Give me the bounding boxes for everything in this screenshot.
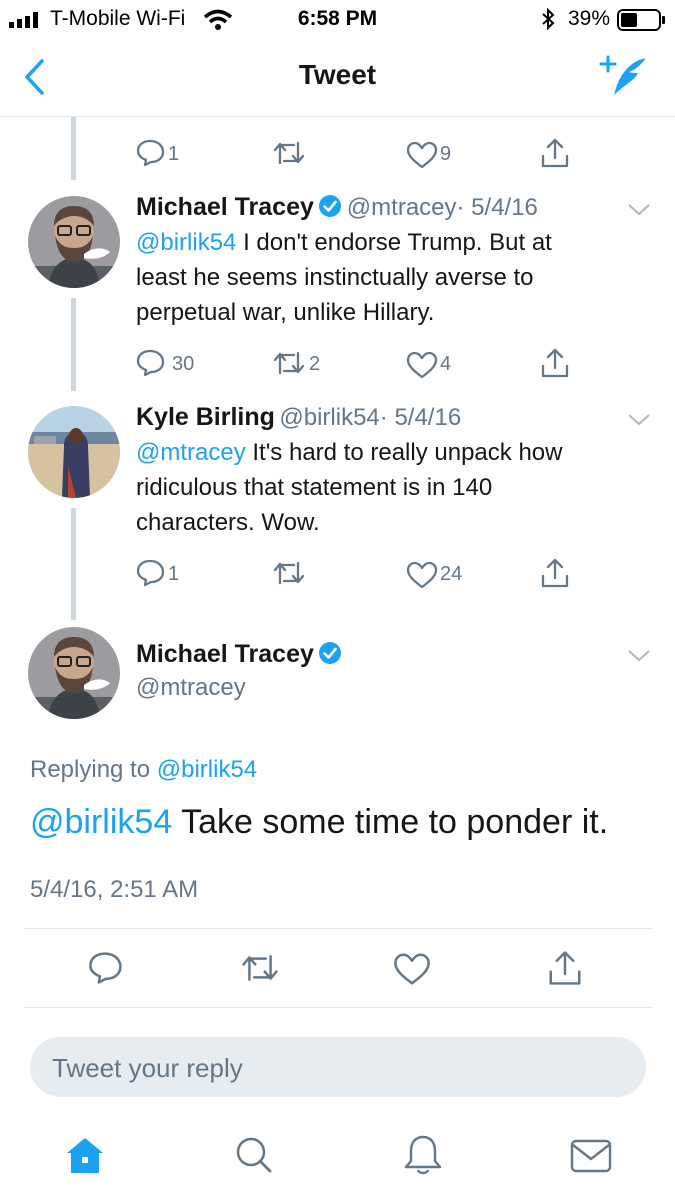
battery-percent: 39% (568, 7, 611, 30)
tweet-text-line: Take some time to ponder it. (172, 803, 609, 841)
notifications-icon[interactable] (403, 1133, 443, 1177)
search-icon[interactable] (234, 1135, 274, 1175)
reply-icon[interactable] (136, 349, 166, 377)
compose-tweet-icon[interactable] (598, 55, 650, 99)
caret-down-icon[interactable] (627, 413, 651, 427)
battery-icon (617, 9, 665, 31)
mention-link[interactable]: @birlik54 (30, 803, 172, 841)
tweet-text-line: perpetual war, unlike Hillary. (136, 299, 435, 326)
reply-input[interactable]: Tweet your reply (30, 1037, 646, 1097)
author-handle[interactable]: @mtracey (347, 194, 457, 221)
share-icon[interactable] (547, 949, 583, 987)
author-name[interactable]: Michael Tracey (136, 640, 314, 668)
replying-to: Replying to @birlik54 (30, 756, 257, 784)
reply-count: 1 (168, 563, 180, 585)
like-icon[interactable] (393, 952, 431, 986)
tweet-header: Kyle Birling @birlik54· 5/4/16 (136, 403, 461, 432)
bluetooth-icon (542, 8, 555, 30)
home-icon[interactable] (64, 1135, 106, 1177)
retweet-icon[interactable] (272, 139, 306, 167)
caret-down-icon[interactable] (627, 203, 651, 217)
navigation-bar: Tweet (0, 38, 675, 117)
verified-badge-icon (319, 195, 342, 217)
author-handle[interactable]: @birlik54 (279, 404, 379, 431)
reply-icon[interactable] (88, 951, 124, 985)
retweet-icon[interactable] (272, 349, 306, 377)
messages-icon[interactable] (570, 1138, 612, 1174)
avatar[interactable] (28, 406, 120, 498)
mention-link[interactable]: @birlik54 (136, 229, 236, 256)
tweet-date: · 5/4/16 (456, 194, 538, 221)
share-icon[interactable] (540, 137, 570, 169)
thread-line (71, 508, 76, 620)
like-count: 4 (440, 353, 452, 375)
author-name[interactable]: Michael Tracey (136, 193, 314, 221)
like-count: 9 (440, 143, 452, 165)
tweet-text-line: characters. Wow. (136, 509, 320, 536)
tweet-text: @birlik54 I don't endorse Trump. But at … (136, 225, 552, 330)
author-name[interactable]: Kyle Birling (136, 403, 275, 431)
reply-icon[interactable] (136, 559, 166, 587)
tweet-text-line: It's hard to really unpack how (245, 439, 563, 466)
tweet-text-line: I don't endorse Trump. But at (236, 229, 552, 256)
thread-line (71, 298, 76, 391)
like-count: 24 (440, 563, 463, 585)
tweet-text: @birlik54 Take some time to ponder it. (30, 803, 608, 842)
share-icon[interactable] (540, 557, 570, 589)
reply-placeholder: Tweet your reply (52, 1053, 243, 1083)
retweet-count: 2 (309, 353, 321, 375)
tweet-header: Michael Tracey @mtracey· 5/4/16 (136, 193, 538, 222)
caret-down-icon[interactable] (627, 649, 651, 663)
share-icon[interactable] (540, 347, 570, 379)
mention-link[interactable]: @mtracey (136, 439, 246, 466)
reply-count: 30 (172, 353, 195, 375)
avatar[interactable] (28, 196, 120, 288)
tweet-text-line: ridiculous that statement is in 140 (136, 474, 493, 501)
avatar[interactable] (28, 627, 120, 719)
replying-to-label: Replying to (30, 756, 157, 783)
status-bar: T-Mobile Wi-Fi 6:58 PM 39% (0, 0, 675, 38)
retweet-icon[interactable] (272, 559, 306, 587)
retweet-icon[interactable] (240, 951, 280, 985)
like-icon[interactable] (406, 141, 438, 169)
mention-link[interactable]: @birlik54 (157, 756, 257, 783)
reply-icon[interactable] (136, 139, 166, 167)
tweet-text-line: least he seems instinctually averse to (136, 264, 534, 291)
page-title: Tweet (298, 59, 377, 90)
like-icon[interactable] (406, 351, 438, 379)
tweet-timestamp: 5/4/16, 2:51 AM (30, 876, 199, 903)
tweet-text: @mtracey It's hard to really unpack how … (136, 435, 562, 540)
author-handle[interactable]: @mtracey (136, 674, 246, 702)
tweet-date: · 5/4/16 (379, 404, 462, 431)
divider (24, 928, 653, 929)
divider (24, 1007, 653, 1008)
thread-line (71, 117, 76, 180)
tweet-header: Michael Tracey (136, 640, 342, 669)
like-icon[interactable] (406, 561, 438, 589)
verified-badge-icon (319, 642, 342, 664)
reply-count: 1 (168, 143, 180, 165)
